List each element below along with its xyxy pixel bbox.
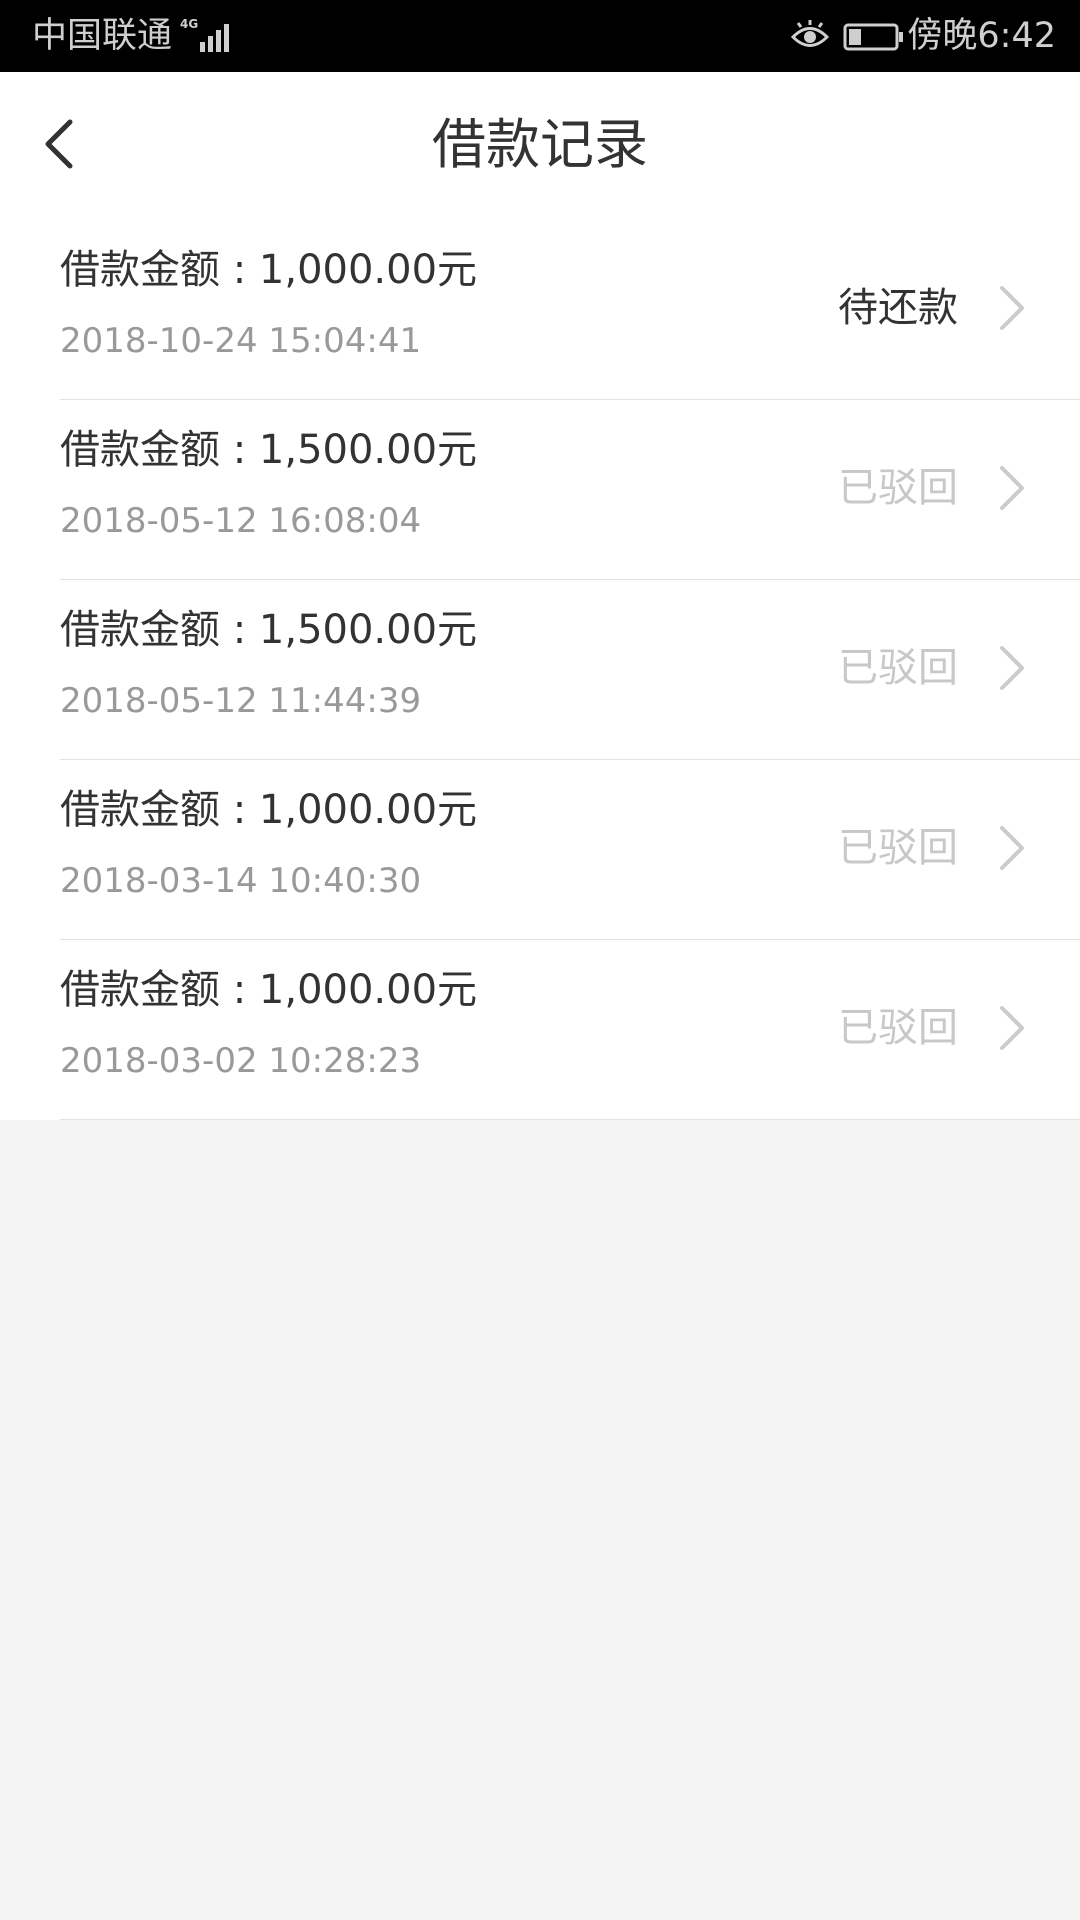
status-label: 已驳回 (838, 1005, 958, 1051)
loan-time: 2018-05-12 16:08:04 (60, 501, 422, 541)
status-time: 傍晚6:42 (907, 16, 1056, 56)
loan-time: 2018-03-02 10:28:23 (60, 1041, 422, 1081)
loan-amount: 借款金额 : 1,000.00元 (60, 787, 478, 833)
carrier-name: 中国联通 (32, 16, 173, 56)
status-label: 已驳回 (838, 825, 958, 871)
network-type-label: 4G (180, 17, 199, 31)
loan-amount: 借款金额 : 1,500.00元 (60, 427, 478, 473)
loan-amount: 借款金额 : 1,500.00元 (60, 607, 478, 653)
chevron-right-icon (994, 1000, 1030, 1056)
battery-icon (843, 22, 905, 52)
loan-record-item[interactable]: 借款金额 : 1,500.00元 2018-05-12 16:08:04 已驳回 (0, 400, 1080, 580)
chevron-right-icon (994, 280, 1030, 336)
loan-time: 2018-03-14 10:40:30 (60, 861, 422, 901)
loan-time: 2018-05-12 11:44:39 (60, 681, 422, 721)
status-label: 待还款 (838, 285, 958, 331)
status-bar: 中国联通 4G 傍晚6:42 (0, 0, 1080, 72)
loan-time: 2018-10-24 15:04:41 (60, 321, 422, 361)
loan-amount: 借款金额 : 1,000.00元 (60, 967, 478, 1013)
loan-record-item[interactable]: 借款金额 : 1,000.00元 2018-03-02 10:28:23 已驳回 (0, 940, 1080, 1120)
status-label: 已驳回 (838, 465, 958, 511)
signal-strength-icon (198, 20, 238, 54)
loan-record-list: 借款金额 : 1,000.00元 2018-10-24 15:04:41 待还款… (0, 220, 1080, 1120)
chevron-right-icon (994, 640, 1030, 696)
loan-record-item[interactable]: 借款金额 : 1,000.00元 2018-10-24 15:04:41 待还款 (0, 220, 1080, 400)
loan-record-item[interactable]: 借款金额 : 1,000.00元 2018-03-14 10:40:30 已驳回 (0, 760, 1080, 940)
navigation-bar: 借款记录 (0, 72, 1080, 220)
page-title: 借款记录 (432, 113, 648, 176)
loan-record-item[interactable]: 借款金额 : 1,500.00元 2018-05-12 11:44:39 已驳回 (0, 580, 1080, 760)
status-label: 已驳回 (838, 645, 958, 691)
chevron-right-icon (994, 460, 1030, 516)
loan-amount: 借款金额 : 1,000.00元 (60, 247, 478, 293)
eye-comfort-icon (790, 20, 830, 54)
chevron-right-icon (994, 820, 1030, 876)
